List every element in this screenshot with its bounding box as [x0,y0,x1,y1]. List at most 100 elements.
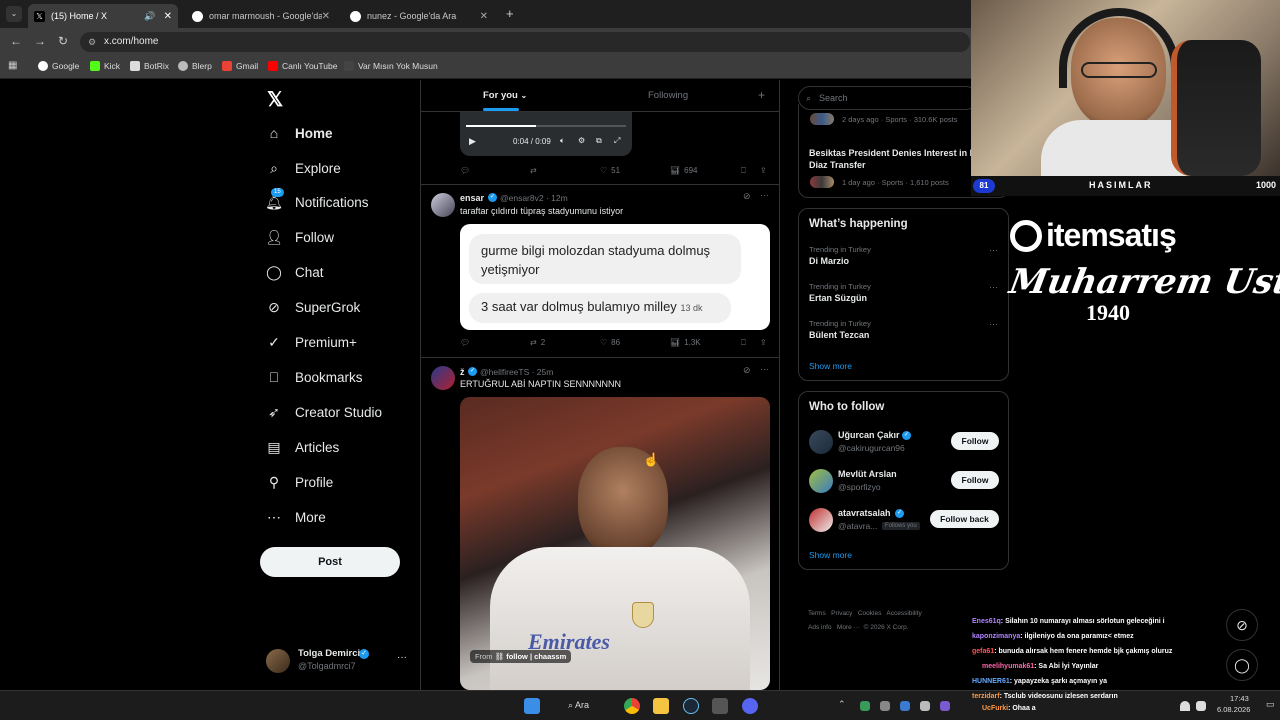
close-tab-icon[interactable]: ✕ [322,11,330,22]
forward-icon[interactable]: → [34,34,46,48]
x-logo-icon[interactable]: 𝕏 [267,87,283,112]
grok-icon[interactable]: ⊘ [1226,609,1258,641]
footer-link[interactable]: Privacy [831,610,852,617]
suggestion-name[interactable]: Mevlüt Arslan [838,469,897,479]
footer-link[interactable]: Terms [808,610,826,617]
show-more-link[interactable]: Show more [809,361,852,371]
footer-link[interactable]: Accessibility [886,610,921,617]
bookmark-gmail[interactable]: Gmail [222,61,258,71]
like-button[interactable]: ♡ 51 [600,166,620,175]
speaker-icon[interactable]: 🔊 [144,11,155,22]
bookmark-botrix[interactable]: BotRix [130,61,169,71]
notification-center-icon[interactable]: ▭ [1266,699,1275,710]
sidebar-item-notifications[interactable]: 🔔︎ 15 Notifications [265,188,369,210]
grok-icon[interactable]: ⊘ [743,191,751,202]
tab-for-you[interactable]: For you ⌄ [483,90,527,101]
more-dots-icon[interactable]: ··· [989,319,998,329]
avatar[interactable] [431,193,455,217]
retweet-icon[interactable]: ⇄ [530,166,537,175]
sidebar-item-explore[interactable]: ⌕ Explore [266,160,341,176]
bookmark-blerp[interactable]: Blerp [178,61,212,71]
play-icon[interactable]: ▶ [469,136,476,147]
settings-icon[interactable]: ⚙ [578,136,585,145]
discord-icon[interactable] [742,698,758,714]
retweet-button[interactable]: ⇄ 2 [530,338,545,347]
avatar[interactable] [809,508,833,532]
reload-icon[interactable]: ↻ [58,34,68,48]
footer-link[interactable]: Ads info [808,624,832,631]
views-button[interactable]: 📊︎ 694 [670,166,698,175]
grok-icon[interactable]: ⊘ [743,365,751,376]
bookmark-icon[interactable]: ⎕ [741,166,746,176]
avatar[interactable] [809,430,833,454]
account-switcher[interactable]: Tolga Demirci ✓ @Tolgadmrci7 ··· [266,648,411,676]
reply-icon[interactable]: 💬︎ [460,166,470,175]
reply-icon[interactable]: 💬︎ [460,338,470,347]
tray-chevron-icon[interactable]: ⌃ [838,699,846,710]
windows-start-icon[interactable] [524,698,540,714]
sidebar-item-bookmarks[interactable]: ⎕ Bookmarks [266,369,363,385]
video-progress-bar[interactable] [466,125,626,127]
follow-back-button[interactable]: Follow back [930,510,999,528]
trend-item[interactable]: Trending in Turkey Di Marzio ··· [809,245,1004,266]
back-icon[interactable]: ← [10,34,22,48]
site-info-icon[interactable]: ⚙ [88,32,96,52]
tweet-video[interactable]: Emirates From ⛓ follow | chaassm [460,397,770,690]
suggestion-name[interactable]: Uğurcan Çakır [838,430,900,440]
browser-tab-marmoush[interactable]: omar marmoush - Google'da Ara ✕ [186,4,336,28]
share-icon[interactable]: ⇪ [760,166,767,175]
fullscreen-icon[interactable]: ⤢ [614,136,620,146]
more-dots-icon[interactable]: ··· [760,364,769,374]
sidebar-item-chat[interactable]: ◯ Chat [266,264,323,280]
bookmark-google[interactable]: Google [38,61,79,71]
like-button[interactable]: ♡ 86 [600,338,620,347]
pip-icon[interactable]: ⧉ [596,136,602,146]
tweet-author[interactable]: ž [460,367,465,377]
sidebar-item-more[interactable]: ⋯ More [266,509,326,525]
tray-icon[interactable] [940,701,950,711]
tab-following[interactable]: Following [648,90,688,101]
tray-icon[interactable] [880,701,890,711]
bookmark-varmisin[interactable]: Var Mısın Yok Musun [344,61,438,71]
sidebar-item-supergrok[interactable]: ⊘ SuperGrok [266,299,360,315]
sidebar-item-profile[interactable]: ⚲ Profile [266,474,333,490]
clock-time[interactable]: 17:43 [1230,694,1249,703]
volume-icon[interactable]: 🔈︎ [560,136,565,146]
clock-date[interactable]: 6.08.2026 [1217,705,1250,714]
tray-icon[interactable] [920,701,930,711]
browser-tab-home[interactable]: 𝕏 (15) Home / X 🔊 ✕ [28,4,178,28]
apps-icon[interactable]: ▦ [8,60,17,71]
follow-button[interactable]: Follow [951,432,999,450]
tray-icon[interactable] [900,701,910,711]
sidebar-item-home[interactable]: ⌂ Home [266,125,333,141]
more-dots-icon[interactable]: ··· [760,190,769,200]
bookmark-icon[interactable]: ⎕ [741,338,746,348]
more-dots-icon[interactable]: ··· [397,652,407,663]
bookmark-youtube[interactable]: Canlı YouTube [268,61,337,71]
file-explorer-icon[interactable] [653,698,669,714]
video-source-pill[interactable]: From ⛓ follow | chaassm [470,650,572,663]
follow-button[interactable]: Follow [951,471,999,489]
views-button[interactable]: 📊︎ 1.3K [670,338,701,347]
steam-icon[interactable] [683,698,699,714]
more-dots-icon[interactable]: ··· [989,245,998,255]
browser-tab-nunez[interactable]: nunez - Google'da Ara ✕ [344,4,494,28]
bookmark-kick[interactable]: Kick [90,61,120,71]
avatar[interactable] [431,366,455,390]
chrome-icon[interactable] [624,698,640,714]
share-icon[interactable]: ⇪ [760,338,767,347]
footer-link[interactable]: More ··· [837,624,860,631]
tweet-image[interactable]: gurme bilgi molozdan stadyuma dolmuş yet… [460,224,770,330]
new-tab-icon[interactable]: + [506,6,514,21]
sidebar-item-creator-studio[interactable]: ➶ Creator Studio [266,404,382,420]
more-dots-icon[interactable]: ··· [989,282,998,292]
close-tab-icon[interactable]: ✕ [164,11,172,22]
address-bar[interactable]: ⚙ x.com/home [80,32,970,52]
avatar[interactable] [809,469,833,493]
taskbar-search[interactable]: ⌕ Ara [568,700,589,711]
tray-icon[interactable] [860,701,870,711]
add-tab-icon[interactable]: + [758,88,765,102]
sidebar-item-articles[interactable]: ▤ Articles [266,439,339,455]
suggestion-name[interactable]: atavratsalah [838,508,891,518]
sidebar-item-follow[interactable]: 👤︎ Follow [265,229,334,245]
